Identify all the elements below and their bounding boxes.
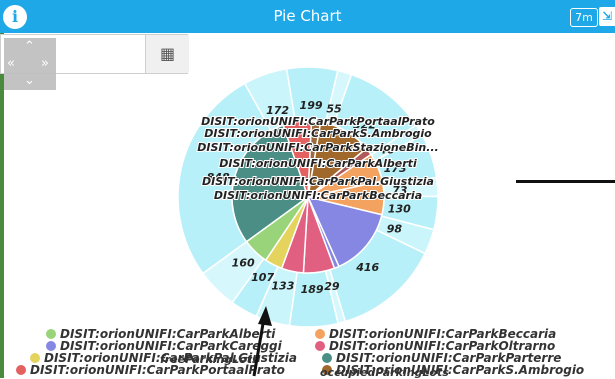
series-label: DISIT:orionUNIFI:CarParkPal.Giustizia [202,175,434,188]
widget-header: Pie Chart i 7m ⇲ [0,0,615,33]
pie-chart[interactable]: 848172 199 5532246173731309841629189133107… [0,33,615,333]
data-label: 98 [387,223,403,236]
legend-color-dot [315,329,325,339]
data-label: 199 [300,99,323,112]
info-icon[interactable]: i [3,5,27,29]
annotation-line [516,180,615,183]
legend-color-dot [46,329,56,339]
legend-color-dot [46,341,56,351]
legend-color-dot [16,365,26,375]
chart-legend: DISIT:orionUNIFI:CarParkAlberti DISIT:ori… [0,328,615,379]
widget-title: Pie Chart [273,7,342,25]
series-label: DISIT:orionUNIFI:CarParkStazioneBin... [197,141,439,154]
legend-group-label: occupiedParkingLots [320,366,449,379]
data-label: 416 [355,261,379,274]
time-range-badge[interactable]: 7m [570,8,598,27]
legend-color-dot [315,341,325,351]
data-label: 107 [251,271,274,284]
data-label: 160 [232,256,255,269]
legend-group-label: freeParkingLots [160,353,259,366]
data-label: 55 [326,103,342,116]
data-label: 130 [388,202,411,215]
series-label: DISIT:orionUNIFI:CarParkS.Ambrogio [204,127,432,140]
series-label: DISIT:orionUNIFI:CarParkAlberti [219,157,417,170]
series-label: DISIT:orionUNIFI:CarParkBeccaria [214,189,422,202]
legend-color-dot [30,353,40,363]
export-icon[interactable]: ⇲ [599,7,615,26]
data-label: 189 [301,283,324,296]
data-label: 133 [271,280,294,293]
data-label: 29 [324,280,340,293]
legend-color-dot [322,353,332,363]
